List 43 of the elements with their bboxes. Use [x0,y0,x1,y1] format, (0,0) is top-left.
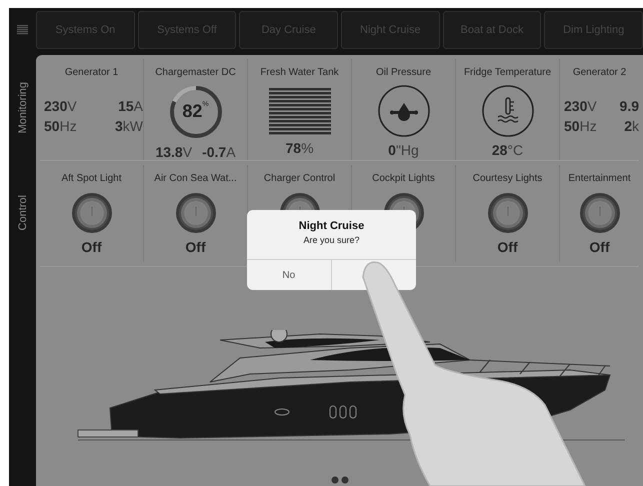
power-switch[interactable] [578,192,620,234]
power-switch[interactable] [70,192,112,234]
reading-value: -0.7A [202,144,236,160]
reading-value: 9.9 [620,98,639,114]
tile-title: Aft Spot Light [61,173,122,184]
reading-value: 15A [118,98,143,114]
reading-value: 2k [624,118,639,134]
thermometer-icon [480,84,534,138]
tile-title: Fridge Temperature [464,67,552,78]
reading-value: 78% [285,140,314,156]
reading-value: 50Hz [564,118,597,134]
tile-title: Fresh Water Tank [260,67,339,78]
tank-level-icon [268,88,330,136]
dialog-message: Are you sure? [302,235,361,245]
tile-title: Charger Control [264,173,336,184]
switch-state: Off [589,239,610,255]
section-tab[interactable]: Monitoring [16,82,28,134]
dialog-title: Night Cruise [298,220,366,232]
menu-icon[interactable] [17,25,28,35]
power-switch[interactable] [174,192,216,234]
tile-title: Entertainment [568,173,631,184]
tile-title: Chargemaster DC [155,67,236,78]
dialog-button[interactable]: No [247,260,332,290]
tile-title: Oil Pressure [376,67,431,78]
switch-state: Off [497,239,518,255]
reading-value: 13.8V [155,144,192,160]
page-indicator-icon [330,476,348,484]
tile-title: Generator 1 [64,67,118,78]
oil-pressure-icon [376,84,430,138]
reading-value: 0"Hg [388,142,419,158]
reading-value: 230V [564,98,597,114]
switch-state: Off [81,239,102,255]
section-tab[interactable]: Control [16,194,28,230]
tile-title: Generator 2 [572,67,626,78]
power-switch[interactable] [486,192,528,234]
reading-value: 230V [44,98,77,114]
reading-value: 3kW [114,118,143,134]
switch-state: Off [185,239,206,255]
reading-value: 50Hz [44,118,77,134]
tile-title: Cockpit Lights [372,173,435,184]
tile-title: Courtesy Lights [472,173,542,184]
reading-value: 28°C [492,142,524,158]
tile-title: Air Con Sea Wat... [154,173,237,184]
